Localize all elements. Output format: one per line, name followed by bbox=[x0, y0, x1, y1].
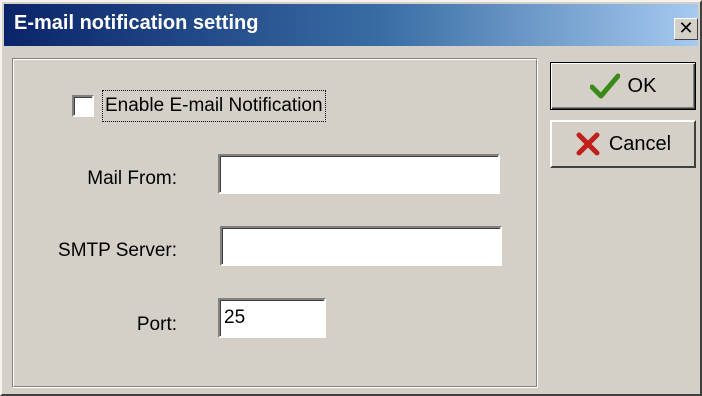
smtp-server-label: SMTP Server: bbox=[58, 240, 177, 261]
x-mark-icon bbox=[575, 131, 601, 157]
checkmark-icon bbox=[589, 73, 620, 99]
mail-from-input[interactable] bbox=[218, 154, 500, 194]
close-icon: ✕ bbox=[678, 18, 694, 39]
port-input[interactable] bbox=[218, 298, 326, 338]
ok-button[interactable]: OK bbox=[550, 62, 696, 110]
title-bar[interactable]: E-mail notification setting ✕ bbox=[4, 4, 698, 46]
mail-from-label: Mail From: bbox=[87, 168, 177, 189]
ok-button-label: OK bbox=[627, 74, 657, 97]
enable-notification-checkbox[interactable] bbox=[72, 95, 94, 117]
cancel-button-label: Cancel bbox=[608, 132, 672, 155]
smtp-server-input[interactable] bbox=[220, 226, 502, 266]
enable-notification-label[interactable]: Enable E-mail Notification bbox=[102, 90, 326, 122]
cancel-button[interactable]: Cancel bbox=[550, 120, 696, 168]
email-notification-dialog: E-mail notification setting ✕ Enable E-m… bbox=[0, 0, 702, 396]
port-label: Port: bbox=[136, 314, 177, 335]
close-button[interactable]: ✕ bbox=[674, 18, 698, 40]
window-title: E-mail notification setting bbox=[14, 12, 259, 34]
